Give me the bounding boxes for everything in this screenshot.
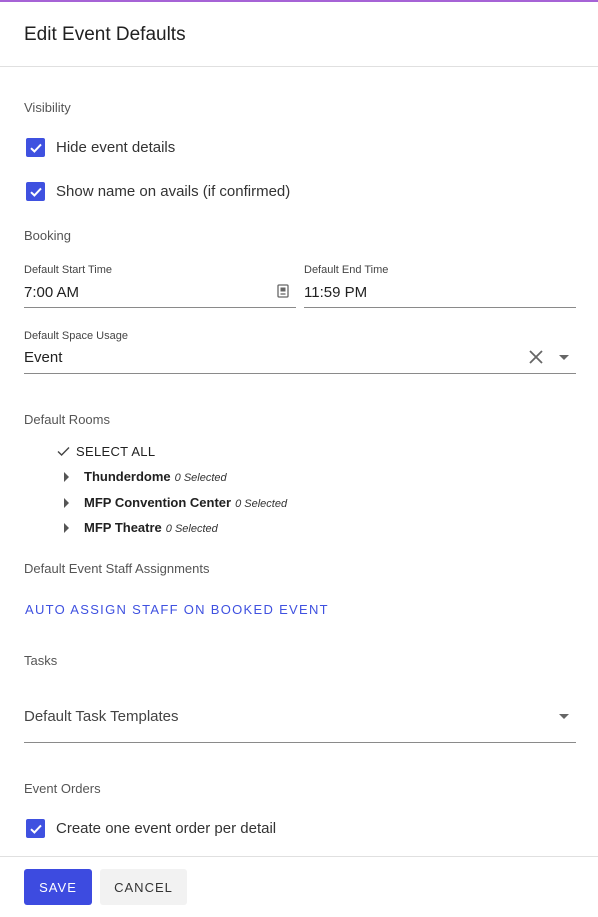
space-usage-value: Event bbox=[24, 349, 63, 366]
rooms-section-label: Default Rooms bbox=[24, 412, 110, 427]
caret-right-icon[interactable] bbox=[64, 497, 69, 508]
staff-section-label: Default Event Staff Assignments bbox=[24, 561, 210, 576]
chevron-down-icon[interactable] bbox=[559, 355, 569, 360]
per-detail-label: Create one event order per detail bbox=[56, 820, 277, 837]
checked-checkbox-icon[interactable] bbox=[26, 819, 45, 838]
show-name-checkbox-row[interactable]: Show name on avails (if confirmed) bbox=[26, 182, 290, 201]
select-all-rooms[interactable]: SELECT ALL bbox=[57, 444, 155, 459]
select-all-label: SELECT ALL bbox=[76, 444, 156, 459]
room-selected-count: 0 Selected bbox=[235, 498, 288, 510]
room-selected-count: 0 Selected bbox=[165, 523, 218, 535]
checked-checkbox-icon[interactable] bbox=[26, 138, 45, 157]
start-time-field[interactable]: Default Start Time 7:00 AM bbox=[24, 264, 296, 308]
space-usage-select[interactable]: Default Space Usage Event bbox=[24, 330, 576, 374]
clear-icon[interactable] bbox=[529, 350, 543, 364]
time-picker-icon[interactable] bbox=[276, 284, 290, 298]
caret-right-icon[interactable] bbox=[64, 471, 69, 482]
checked-checkbox-icon[interactable] bbox=[26, 182, 45, 201]
caret-right-icon[interactable] bbox=[64, 522, 69, 533]
room-name: Thunderdome bbox=[84, 469, 171, 484]
start-time-value: 7:00 AM bbox=[24, 284, 80, 301]
dialog-title: Edit Event Defaults bbox=[24, 24, 186, 45]
end-time-caption: Default End Time bbox=[304, 264, 389, 276]
booking-section-label: Booking bbox=[24, 228, 71, 243]
room-tree-item[interactable]: Thunderdome 0 Selected bbox=[64, 469, 227, 484]
hide-details-label: Hide event details bbox=[56, 139, 176, 156]
chevron-down-icon[interactable] bbox=[559, 714, 569, 719]
room-tree-item[interactable]: MFP Theatre 0 Selected bbox=[64, 520, 218, 535]
space-usage-caption: Default Space Usage bbox=[24, 330, 128, 342]
check-icon bbox=[57, 447, 70, 456]
room-selected-count: 0 Selected bbox=[174, 472, 227, 484]
room-tree-item[interactable]: MFP Convention Center 0 Selected bbox=[64, 495, 287, 510]
save-button[interactable]: SAVE bbox=[24, 869, 92, 905]
hide-details-checkbox-row[interactable]: Hide event details bbox=[26, 138, 175, 157]
event-orders-section-label: Event Orders bbox=[24, 781, 101, 796]
auto-assign-staff-button[interactable]: AUTO ASSIGN STAFF ON BOOKED EVENT bbox=[25, 602, 329, 617]
room-name: MFP Theatre bbox=[84, 520, 162, 535]
per-detail-checkbox-row[interactable]: Create one event order per detail bbox=[26, 819, 276, 838]
end-time-field[interactable]: Default End Time 11:59 PM bbox=[304, 264, 576, 308]
end-time-value: 11:59 PM bbox=[304, 284, 368, 301]
dialog-header: Edit Event Defaults bbox=[0, 2, 598, 67]
tasks-section-label: Tasks bbox=[24, 653, 58, 668]
visibility-section-label: Visibility bbox=[24, 100, 71, 115]
room-name: MFP Convention Center bbox=[84, 495, 232, 510]
footer-divider bbox=[0, 856, 598, 857]
start-time-caption: Default Start Time bbox=[24, 264, 113, 276]
task-templates-placeholder: Default Task Templates bbox=[24, 708, 179, 725]
task-templates-select[interactable]: Default Task Templates bbox=[24, 690, 576, 743]
show-name-label: Show name on avails (if confirmed) bbox=[56, 183, 291, 200]
cancel-button[interactable]: CANCEL bbox=[100, 869, 187, 905]
